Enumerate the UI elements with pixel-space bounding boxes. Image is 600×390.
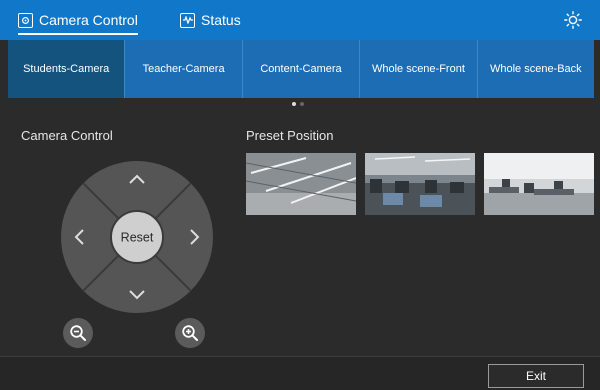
camera-tab-teacher[interactable]: Teacher-Camera xyxy=(125,40,243,98)
tab-camera-control-label: Camera Control xyxy=(39,12,138,28)
camera-control-icon xyxy=(18,12,33,28)
camera-selector: Students-Camera Teacher-Camera Content-C… xyxy=(8,40,594,98)
camera-tab-label: Teacher-Camera xyxy=(142,63,225,75)
preset-image-ceiling xyxy=(246,153,356,215)
page-dot-active[interactable] xyxy=(292,102,296,106)
tab-status-label: Status xyxy=(201,12,241,28)
brightness-icon[interactable] xyxy=(564,11,582,29)
reset-label: Reset xyxy=(121,231,154,245)
camera-tab-whole-scene-back[interactable]: Whole scene-Back xyxy=(478,40,594,98)
camera-tab-content[interactable]: Content-Camera xyxy=(243,40,361,98)
camera-tab-label: Content-Camera xyxy=(260,63,342,75)
preset-image-office xyxy=(484,153,594,215)
page-dot[interactable] xyxy=(300,102,304,106)
preset-position-title: Preset Position xyxy=(246,128,334,143)
preset-thumbnail-2[interactable] xyxy=(365,153,475,215)
preset-thumbnail-1[interactable] xyxy=(246,153,356,215)
status-icon xyxy=(180,12,195,28)
ptz-dpad: Reset xyxy=(61,161,213,313)
zoom-in-button[interactable] xyxy=(175,318,205,348)
camera-control-title: Camera Control xyxy=(21,128,113,143)
camera-tab-students[interactable]: Students-Camera xyxy=(8,40,126,98)
camera-tab-label: Whole scene-Back xyxy=(489,63,582,75)
tab-camera-control[interactable]: Camera Control xyxy=(18,0,138,40)
zoom-in-icon xyxy=(182,325,198,341)
top-bar: Camera Control Status xyxy=(0,0,600,40)
preset-image-classroom xyxy=(365,153,475,215)
page-indicator xyxy=(292,102,304,106)
camera-tab-whole-scene-front[interactable]: Whole scene-Front xyxy=(360,40,478,98)
exit-label: Exit xyxy=(525,369,546,383)
reset-button[interactable]: Reset xyxy=(110,210,164,264)
tab-status[interactable]: Status xyxy=(180,0,241,40)
preset-thumbnail-3[interactable] xyxy=(484,153,594,215)
camera-tab-label: Students-Camera xyxy=(23,63,110,75)
camera-tab-label: Whole scene-Front xyxy=(371,63,465,75)
zoom-out-icon xyxy=(70,325,86,341)
active-tab-underline xyxy=(18,33,138,35)
exit-button[interactable]: Exit xyxy=(488,364,584,388)
zoom-out-button[interactable] xyxy=(63,318,93,348)
